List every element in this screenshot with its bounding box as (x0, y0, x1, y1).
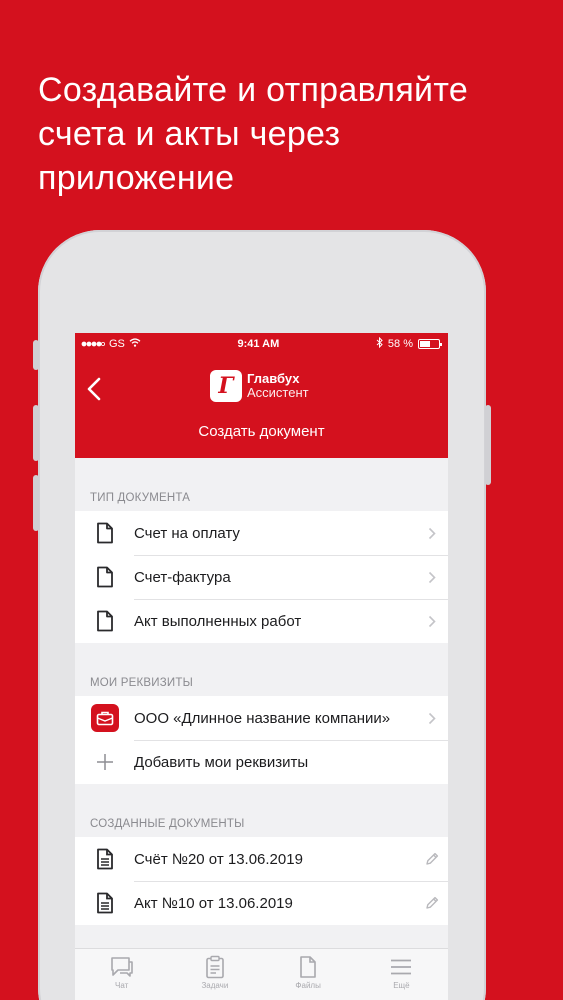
wifi-icon (129, 338, 141, 350)
document-icon (90, 562, 120, 592)
tab-chat[interactable]: Чат (75, 949, 168, 1000)
signal-icon (81, 338, 105, 350)
document-lines-icon (90, 844, 120, 874)
logo-subtitle: Ассистент (247, 385, 309, 400)
battery-percent: 58 % (387, 338, 413, 350)
section-header-doc-types: ТИП ДОКУМЕНТА (90, 492, 191, 504)
doc-type-act[interactable]: Акт выполненных работ (75, 599, 448, 643)
file-icon (300, 956, 316, 978)
status-bar: GS 9:41 AM 58 % (75, 333, 448, 355)
tab-tasks[interactable]: Задачи (168, 949, 261, 1000)
app-logo: Г Главбух Ассистент (210, 370, 309, 402)
tab-more[interactable]: Ещё (355, 949, 448, 1000)
battery-icon (417, 339, 442, 349)
page-title: Создать документ (198, 423, 325, 440)
phone-volume-up (33, 405, 39, 461)
phone-mute-switch (33, 340, 39, 370)
back-button[interactable] (81, 373, 109, 405)
tab-label: Ещё (393, 981, 410, 990)
doc-type-tax-invoice[interactable]: Счет-фактура (75, 555, 448, 599)
edit-pencil-icon[interactable] (416, 837, 448, 881)
created-doc-item[interactable]: Счёт №20 от 13.06.2019 (75, 837, 448, 881)
doc-type-label: Счет на оплату (134, 524, 240, 542)
phone-volume-down (33, 475, 39, 531)
created-doc-label: Акт №10 от 13.06.2019 (134, 894, 293, 912)
menu-icon (391, 959, 412, 975)
headline-line-2: счета и акты через (38, 115, 341, 153)
section-header-requisites: МОИ РЕКВИЗИТЫ (90, 677, 193, 689)
briefcase-icon (91, 704, 119, 732)
tab-label: Файлы (295, 981, 321, 990)
created-docs-list: Счёт №20 от 13.06.2019 Акт №10 от 13.06.… (75, 837, 448, 925)
doc-type-list: Счет на оплату Счет-фактура Акт выполнен… (75, 511, 448, 643)
status-time: 9:41 AM (237, 338, 280, 350)
carrier-name: GS (109, 338, 125, 350)
chevron-right-icon (416, 696, 448, 740)
tab-files[interactable]: Файлы (262, 949, 355, 1000)
chevron-right-icon (416, 599, 448, 643)
add-requisites-label: Добавить мои реквизиты (134, 753, 309, 771)
doc-type-invoice[interactable]: Счет на оплату (75, 511, 448, 555)
chevron-right-icon (416, 555, 448, 599)
created-doc-label: Счёт №20 от 13.06.2019 (134, 850, 303, 868)
plus-icon (90, 747, 120, 777)
chat-icon (110, 957, 133, 977)
document-lines-icon (90, 888, 120, 918)
chevron-right-icon (416, 511, 448, 555)
headline-line-3: приложение (38, 159, 235, 197)
edit-pencil-icon[interactable] (416, 881, 448, 925)
logo-mark-icon: Г (210, 370, 242, 402)
created-doc-item[interactable]: Акт №10 от 13.06.2019 (75, 881, 448, 925)
section-header-created: СОЗДАННЫЕ ДОКУМЕНТЫ (90, 818, 245, 830)
document-icon (90, 518, 120, 548)
company-name: ООО «Длинное название компании» (134, 709, 391, 727)
chevron-left-icon (87, 377, 101, 401)
headline-line-1: Создавайте и отправляйте (38, 71, 469, 109)
logo-name: Главбух (247, 371, 300, 386)
tab-label: Чат (114, 981, 129, 990)
add-requisites-button[interactable]: Добавить мои реквизиты (75, 740, 448, 784)
tab-label: Задачи (201, 981, 229, 990)
document-icon (90, 606, 120, 636)
requisites-list: ООО «Длинное название компании» Добавить… (75, 696, 448, 784)
phone-power-button (485, 405, 491, 485)
company-requisites-item[interactable]: ООО «Длинное название компании» (75, 696, 448, 740)
nav-bar: Г Главбух Ассистент Создать документ (75, 355, 448, 458)
bluetooth-icon (376, 336, 383, 351)
clipboard-icon (206, 955, 224, 979)
app-screen: GS 9:41 AM 58 % Г Главбух Ассистент Созд… (75, 333, 448, 1000)
doc-type-label: Акт выполненных работ (134, 612, 302, 630)
battery-level (419, 341, 431, 347)
tab-bar: Чат Задачи Файлы Ещё (75, 948, 448, 1000)
doc-type-label: Счет-фактура (134, 568, 231, 586)
headline: Создавайте и отправляйте счета и акты че… (38, 68, 538, 200)
